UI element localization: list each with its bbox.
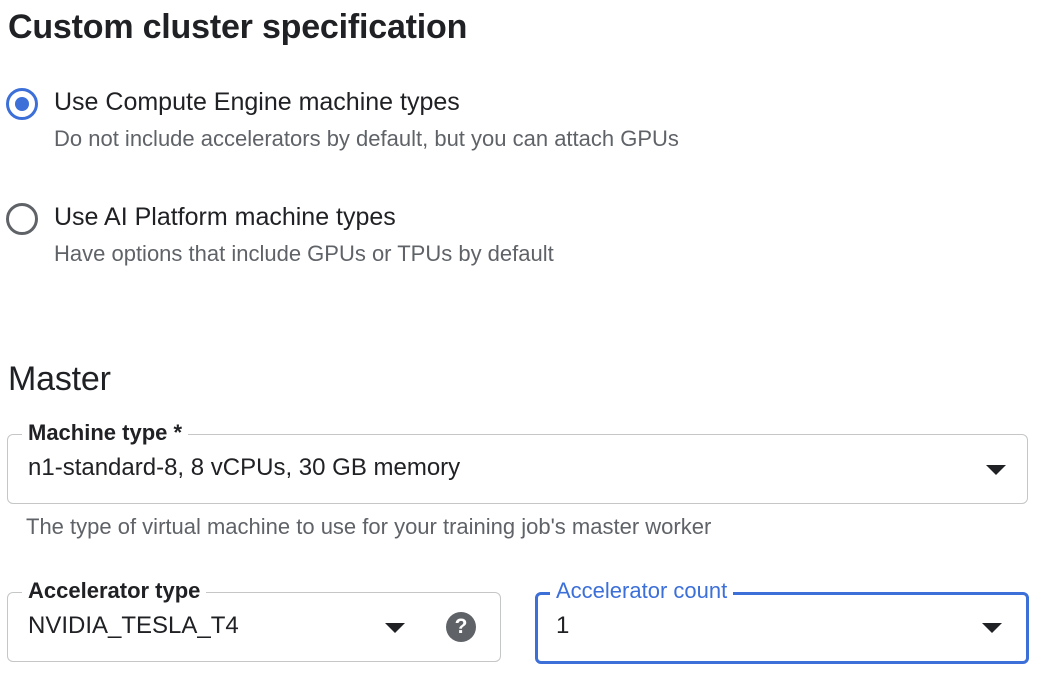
machine-type-select[interactable]: Machine type * n1-standard-8, 8 vCPUs, 3…: [7, 419, 1028, 504]
accelerator-type-select[interactable]: Accelerator type NVIDIA_TESLA_T4 ?: [7, 577, 501, 662]
machine-type-value: n1-standard-8, 8 vCPUs, 30 GB memory: [28, 454, 461, 481]
machine-type-label: Machine type *: [22, 419, 189, 447]
dropdown-arrow-icon[interactable]: [986, 465, 1006, 475]
radio-unchecked-icon[interactable]: [6, 203, 38, 235]
option-label: Use AI Platform machine types: [54, 203, 396, 231]
accelerator-count-label: Accelerator count: [550, 577, 734, 605]
cluster-spec-page: Custom cluster specification Use Compute…: [0, 0, 1050, 698]
help-icon[interactable]: ?: [446, 612, 476, 642]
option-ai-platform[interactable]: Use AI Platform machine types Have optio…: [6, 199, 554, 271]
option-compute-engine[interactable]: Use Compute Engine machine types Do not …: [6, 84, 679, 156]
accelerator-count-select[interactable]: Accelerator count 1: [535, 577, 1029, 664]
machine-type-hint: The type of virtual machine to use for y…: [26, 514, 712, 539]
dropdown-arrow-icon[interactable]: [385, 623, 405, 633]
dropdown-arrow-icon[interactable]: [982, 623, 1002, 633]
radio-checked-icon[interactable]: [6, 88, 38, 120]
option-description: Do not include accelerators by default, …: [54, 126, 679, 151]
accelerator-type-value: NVIDIA_TESLA_T4: [28, 612, 239, 639]
master-section-title: Master: [8, 360, 111, 398]
option-label: Use Compute Engine machine types: [54, 88, 460, 116]
option-description: Have options that include GPUs or TPUs b…: [54, 241, 554, 266]
page-title: Custom cluster specification: [8, 8, 468, 46]
accelerator-type-label: Accelerator type: [22, 577, 207, 605]
accelerator-count-value: 1: [556, 612, 570, 639]
